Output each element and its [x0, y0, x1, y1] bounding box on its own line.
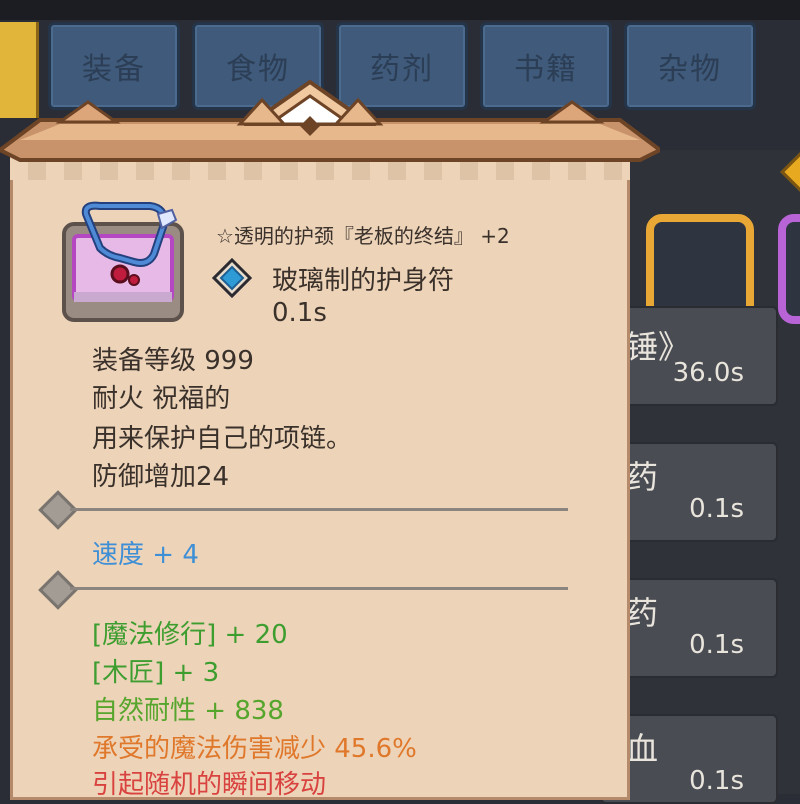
- bonus-line: 承受的魔法伤害减少 45.6%: [92, 734, 417, 764]
- item-description: 用来保护自己的项链。: [92, 424, 353, 454]
- bonus-line: 自然耐性 + 838: [92, 696, 284, 726]
- tooltip-roof-ornament: [0, 80, 660, 162]
- cast-time: 0.1s: [272, 298, 327, 328]
- equipment-slot-purple[interactable]: [778, 214, 800, 324]
- separator: [70, 587, 568, 590]
- glass-gem-icon: [212, 258, 252, 298]
- list-item-time: 0.1s: [689, 766, 744, 796]
- equipment-level: 装备等级 999: [92, 346, 254, 376]
- separator: [70, 508, 568, 511]
- item-name: ☆透明的护颈『老板的终结』 +2: [216, 224, 510, 248]
- list-item-name: 血: [626, 730, 659, 768]
- defense-stat: 防御增加24: [92, 462, 230, 492]
- bonus-line: [魔法修行] + 20: [92, 620, 288, 650]
- list-item-time: 36.0s: [672, 358, 744, 388]
- list-item-name: 药: [626, 594, 659, 632]
- item-type: 玻璃制的护身符: [272, 266, 455, 296]
- tab-label: 杂物: [658, 52, 722, 87]
- bonus-line: [木匠] + 3: [92, 658, 220, 688]
- list-item-time: 0.1s: [689, 630, 744, 660]
- bonus-line: 引起随机的瞬间移动: [92, 770, 327, 800]
- speed-stat: 速度 + 4: [92, 540, 199, 570]
- necklace-item-icon: [62, 201, 184, 322]
- list-item-name: 药: [626, 458, 659, 496]
- item-traits: 耐火 祝福的: [92, 384, 231, 414]
- list-item-time: 0.1s: [689, 494, 744, 524]
- top-status-bar: [0, 0, 800, 20]
